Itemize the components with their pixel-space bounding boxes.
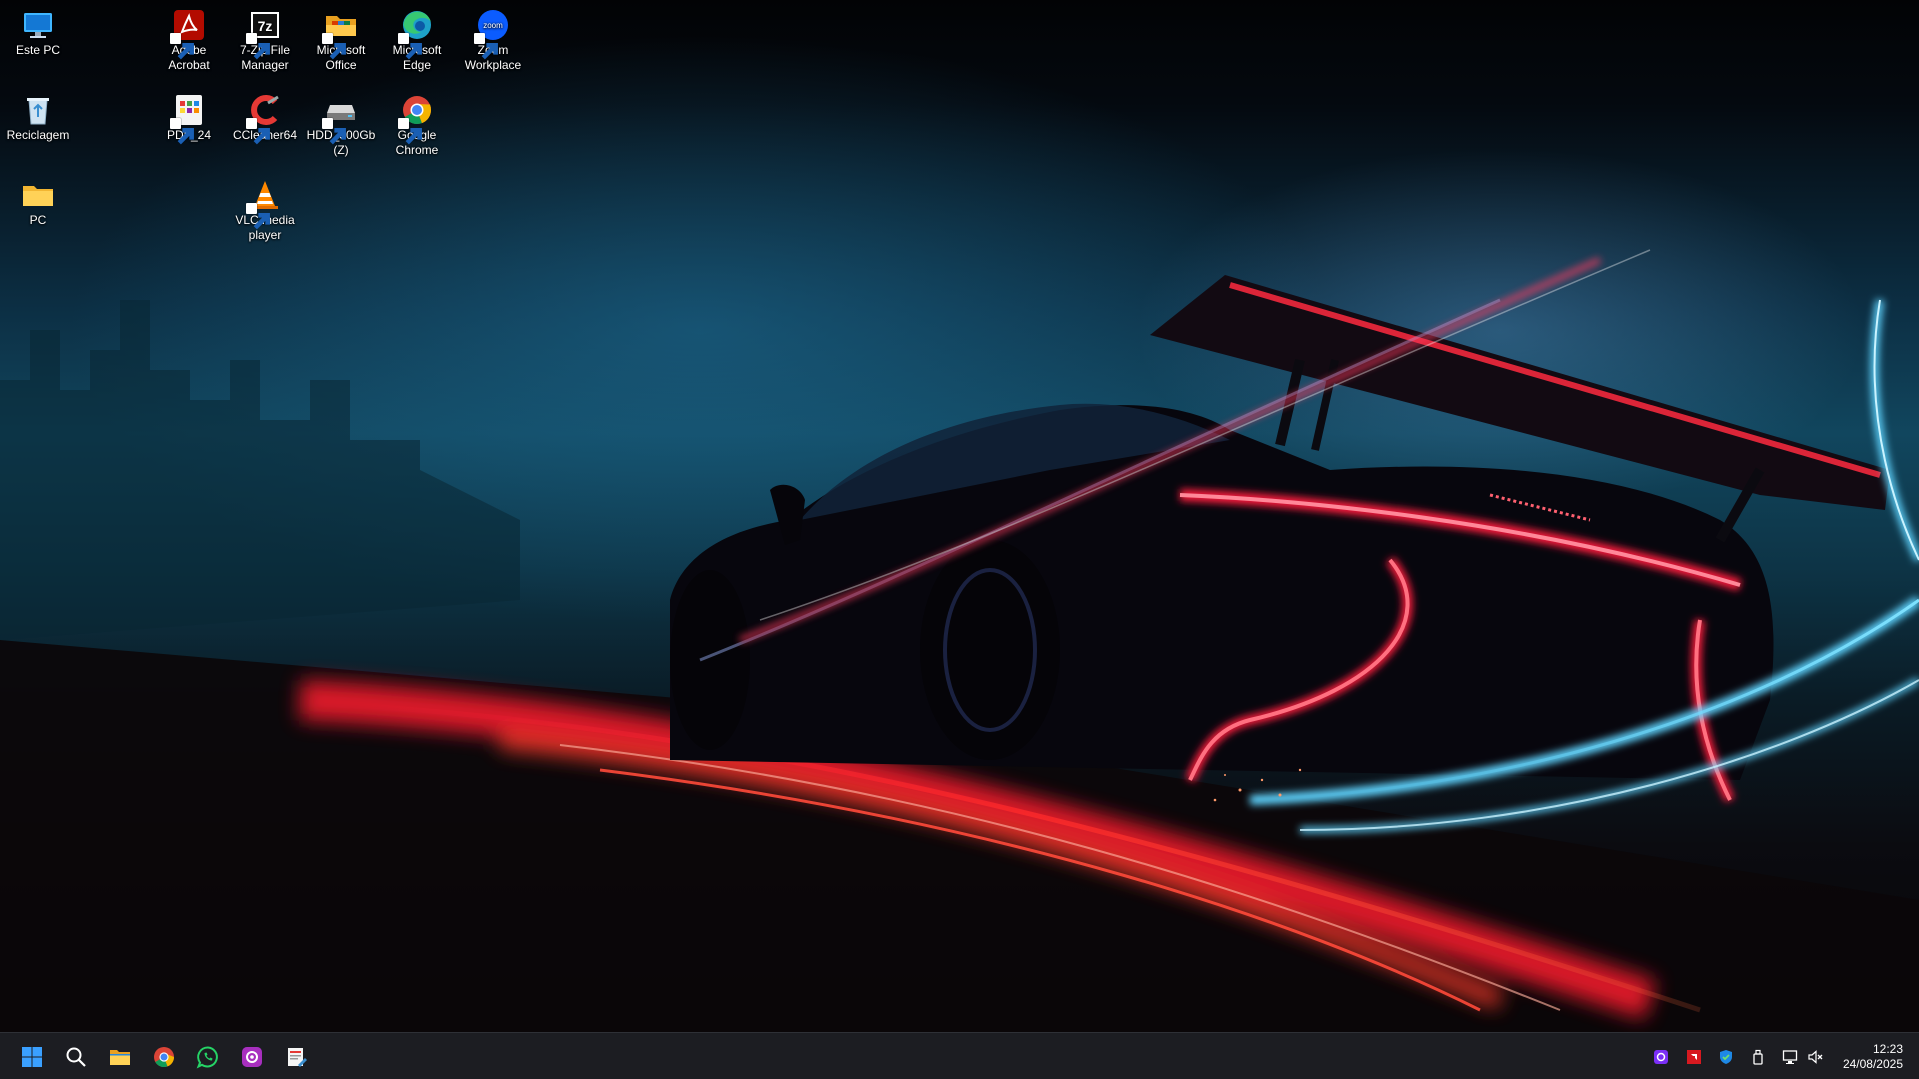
file-explorer-button[interactable] <box>102 1039 138 1075</box>
tray-camera-app[interactable] <box>1652 1048 1670 1066</box>
search-icon <box>66 1047 86 1067</box>
camera-app-icon <box>242 1047 262 1067</box>
shortcut-arrow-icon <box>398 118 422 145</box>
ccleaner-icon <box>246 93 282 145</box>
taskbar: 12:23 24/08/2025 <box>0 1032 1919 1079</box>
search-button[interactable] <box>58 1039 94 1075</box>
whatsapp-icon <box>196 1046 218 1069</box>
network-icon <box>1782 1050 1798 1064</box>
desktop-icon-reciclagem[interactable]: Reciclagem <box>0 90 76 143</box>
shortcut-arrow-icon <box>246 118 270 145</box>
shortcut-arrow-icon <box>322 33 346 60</box>
tray-amd[interactable] <box>1685 1048 1703 1066</box>
svg-text:7z: 7z <box>258 18 273 34</box>
amd-icon <box>1687 1050 1701 1064</box>
folder-icon <box>21 178 55 212</box>
desktop-icon-edge[interactable]: Microsoft Edge <box>379 5 455 73</box>
desktop-icon-7zip[interactable]: 7z 7-Zip File Manager <box>227 5 303 73</box>
file-explorer-icon <box>110 1050 130 1065</box>
windows-start-icon <box>22 1047 42 1067</box>
tray-defender[interactable] <box>1717 1048 1735 1066</box>
desktop-icon-este-pc[interactable]: Este PC <box>0 5 76 58</box>
clock-date: 24/08/2025 <box>1842 1057 1903 1071</box>
desktop-icon-label: Reciclagem <box>6 128 70 142</box>
desktop[interactable]: Este PC Reciclagem PC Adobe Acrobat PDF_… <box>0 0 1919 1032</box>
clock-time: 12:23 <box>1872 1042 1903 1056</box>
edge-icon <box>398 8 434 60</box>
recycle-bin-icon <box>21 93 55 127</box>
desktop-icon-hdd[interactable]: HDD_500Gb (Z) <box>303 90 379 158</box>
pdf24-icon <box>170 93 206 145</box>
document-edit-icon <box>288 1048 307 1067</box>
desktop-icon-ms-office[interactable]: Microsoft Office <box>303 5 379 73</box>
desktop-icon-pc[interactable]: PC <box>0 175 76 228</box>
zoom-icon: zoom <box>474 8 510 60</box>
clock[interactable]: 12:23 24/08/2025 <box>1843 1042 1903 1072</box>
desktop-icon-label: Este PC <box>15 43 60 57</box>
volume-muted-icon <box>1808 1050 1823 1064</box>
tray-usb[interactable] <box>1749 1048 1767 1066</box>
whatsapp-button[interactable] <box>190 1039 226 1075</box>
chrome-icon <box>154 1047 175 1068</box>
desktop-icon-ccleaner[interactable]: CCleaner64 <box>227 90 303 145</box>
shortcut-arrow-icon <box>246 33 270 60</box>
adobe-acrobat-icon <box>170 8 206 60</box>
camera-app-icon <box>1654 1050 1668 1064</box>
chrome-icon <box>398 93 434 145</box>
desktop-icon-chrome[interactable]: Google Chrome <box>379 90 455 158</box>
desktop-icon-adobe-acrobat[interactable]: Adobe Acrobat <box>151 5 227 73</box>
screen-app-button[interactable] <box>234 1039 270 1075</box>
start-button[interactable] <box>14 1039 50 1075</box>
wallpaper-sports-car <box>0 249 1919 1032</box>
shortcut-arrow-icon <box>170 33 194 60</box>
shortcut-arrow-icon <box>246 203 270 230</box>
desktop-icon-zoom[interactable]: zoom Zoom Workplace <box>455 5 531 73</box>
zoom-badge-text: zoom <box>483 21 503 30</box>
7zip-icon: 7z <box>246 8 282 60</box>
office-folder-icon <box>322 8 358 60</box>
monitor-icon <box>21 8 55 42</box>
shortcut-arrow-icon <box>398 33 422 60</box>
shortcut-arrow-icon <box>474 33 498 60</box>
shortcut-arrow-icon <box>322 118 346 145</box>
editor-app-button[interactable] <box>278 1039 314 1075</box>
desktop-icon-pdf24[interactable]: PDF_24 <box>151 90 227 145</box>
shortcut-arrow-icon <box>170 118 194 145</box>
shield-icon <box>1720 1050 1732 1064</box>
desktop-icon-vlc[interactable]: VLC media player <box>227 175 303 243</box>
tray-volume[interactable] <box>1806 1048 1824 1066</box>
drive-icon <box>322 93 358 145</box>
usb-drive-icon <box>1753 1049 1763 1065</box>
vlc-cone-icon <box>246 178 282 230</box>
chrome-taskbar-button[interactable] <box>146 1039 182 1075</box>
tray-network[interactable] <box>1781 1048 1799 1066</box>
desktop-icon-label: PC <box>29 213 47 227</box>
